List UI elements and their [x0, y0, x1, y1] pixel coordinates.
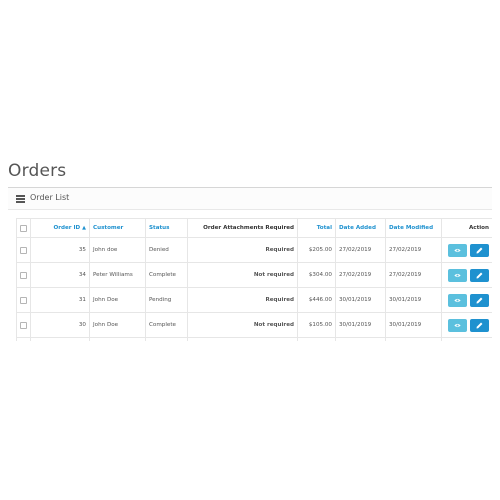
panel-heading: Order List: [8, 188, 492, 210]
date-modified-cell: 27/02/2019: [385, 262, 442, 288]
order-id-cell: [30, 337, 90, 341]
total-cell: $446.00: [297, 287, 336, 313]
row-checkbox[interactable]: [20, 296, 27, 304]
eye-icon: [454, 248, 461, 252]
total-cell: $105.00: [297, 312, 336, 338]
edit-button[interactable]: [470, 318, 489, 332]
total-header[interactable]: Total: [297, 218, 336, 238]
order-id-cell: 31: [30, 287, 90, 313]
date-modified-cell: [385, 337, 442, 341]
view-button[interactable]: [448, 318, 468, 332]
attachments-cell: [187, 337, 298, 341]
row-select-cell: [16, 312, 31, 338]
status-cell: Complete: [145, 312, 188, 338]
attachments-cell: Required: [187, 237, 298, 263]
page-title: Orders: [8, 161, 67, 181]
pencil-icon: [476, 272, 483, 278]
row-select-cell: [16, 237, 31, 263]
attachments-header: Order Attachments Required: [187, 218, 298, 238]
attachments-cell: Not required: [187, 262, 298, 288]
table-row: [16, 337, 492, 341]
order-id-cell: 30: [30, 312, 90, 338]
status-cell: Pending: [145, 287, 188, 313]
panel-title: Order List: [30, 193, 70, 202]
table-row: 34 Peter Williams Complete Not required …: [16, 262, 492, 288]
status-cell: Complete: [145, 262, 188, 288]
edit-button[interactable]: [470, 268, 489, 282]
row-select-cell: [16, 262, 31, 288]
view-button[interactable]: [448, 243, 468, 257]
action-cell: [441, 337, 492, 341]
action-cell: [441, 262, 492, 288]
date-added-cell: 27/02/2019: [335, 262, 386, 288]
table-row: 35 John doe Denied Required $205.00 27/0…: [16, 237, 492, 263]
customer-cell: John doe: [89, 237, 146, 263]
row-select-cell: [16, 287, 31, 313]
status-cell: Denied: [145, 237, 188, 263]
order-id-header[interactable]: Order ID ▲: [30, 218, 90, 238]
list-icon: [16, 195, 25, 203]
orders-table: Order ID ▲ Customer Status Order Attachm…: [16, 218, 492, 341]
customer-cell: Peter Williams: [89, 262, 146, 288]
select-all-header: [16, 218, 31, 238]
date-modified-cell: 27/02/2019: [385, 237, 442, 263]
attachments-cell: Not required: [187, 312, 298, 338]
customer-cell: John Doe: [89, 287, 146, 313]
eye-icon: [454, 273, 461, 277]
eye-icon: [454, 323, 461, 327]
view-button[interactable]: [448, 293, 468, 307]
edit-button[interactable]: [470, 243, 489, 257]
order-id-header-label: Order ID: [53, 225, 81, 231]
pencil-icon: [476, 322, 483, 328]
select-all-checkbox[interactable]: [20, 224, 27, 232]
date-modified-cell: 30/01/2019: [385, 312, 442, 338]
date-added-cell: 30/01/2019: [335, 287, 386, 313]
status-cell: [145, 337, 188, 341]
row-checkbox[interactable]: [20, 271, 27, 279]
date-added-cell: [335, 337, 386, 341]
date-added-cell: 30/01/2019: [335, 312, 386, 338]
customer-cell: [89, 337, 146, 341]
date-added-cell: 27/02/2019: [335, 237, 386, 263]
total-cell: $205.00: [297, 237, 336, 263]
date-modified-cell: 30/01/2019: [385, 287, 442, 313]
order-id-cell: 35: [30, 237, 90, 263]
total-cell: $304.00: [297, 262, 336, 288]
edit-button[interactable]: [470, 293, 489, 307]
date-added-header[interactable]: Date Added: [335, 218, 386, 238]
customer-header[interactable]: Customer: [89, 218, 146, 238]
view-button[interactable]: [448, 268, 468, 282]
date-modified-header[interactable]: Date Modified: [385, 218, 442, 238]
order-list-panel: Order List Order ID ▲ Customer Status Or…: [8, 187, 492, 341]
action-cell: [441, 237, 492, 263]
eye-icon: [454, 298, 461, 302]
sort-asc-icon: ▲: [82, 225, 86, 231]
attachments-cell: Required: [187, 287, 298, 313]
action-cell: [441, 312, 492, 338]
pencil-icon: [476, 297, 483, 303]
action-cell: [441, 287, 492, 313]
customer-cell: John Doe: [89, 312, 146, 338]
total-cell: [297, 337, 336, 341]
table-row: 30 John Doe Complete Not required $105.0…: [16, 312, 492, 338]
status-header[interactable]: Status: [145, 218, 188, 238]
action-header: Action: [441, 218, 492, 238]
table-row: 31 John Doe Pending Required $446.00 30/…: [16, 287, 492, 313]
order-id-cell: 34: [30, 262, 90, 288]
table-header-row: Order ID ▲ Customer Status Order Attachm…: [16, 218, 492, 238]
row-select-cell: [16, 337, 31, 341]
row-checkbox[interactable]: [20, 246, 27, 254]
row-checkbox[interactable]: [20, 321, 27, 329]
pencil-icon: [476, 247, 483, 253]
